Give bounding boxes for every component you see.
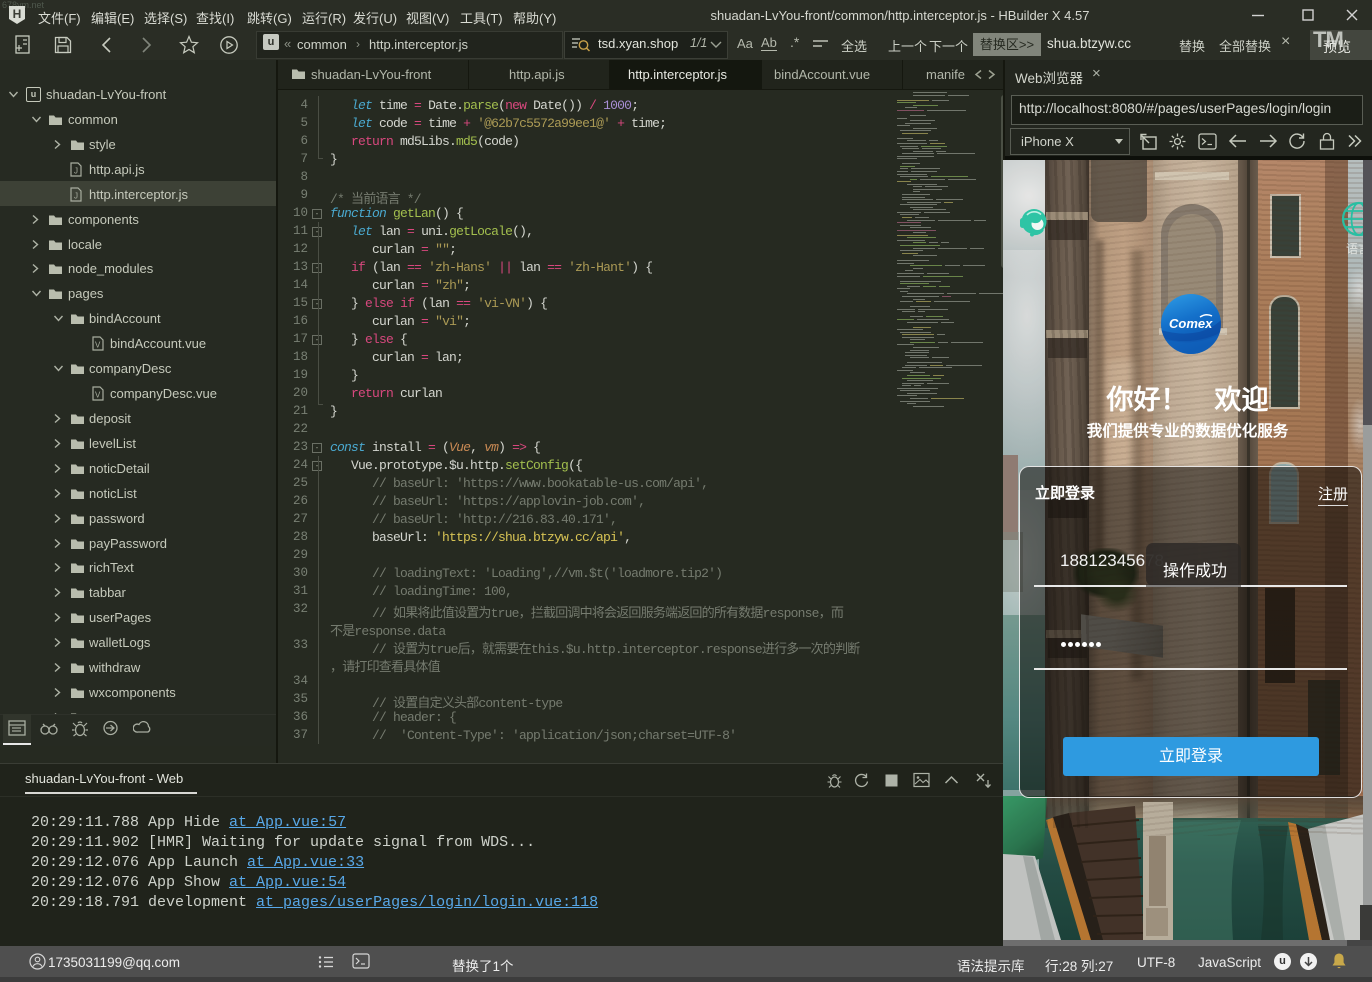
svg-text:V: V	[95, 341, 101, 350]
svg-text:J: J	[74, 167, 78, 176]
svg-text:J: J	[74, 192, 78, 201]
svg-text:V: V	[95, 391, 101, 400]
svg-text:Comex: Comex	[1169, 316, 1213, 331]
